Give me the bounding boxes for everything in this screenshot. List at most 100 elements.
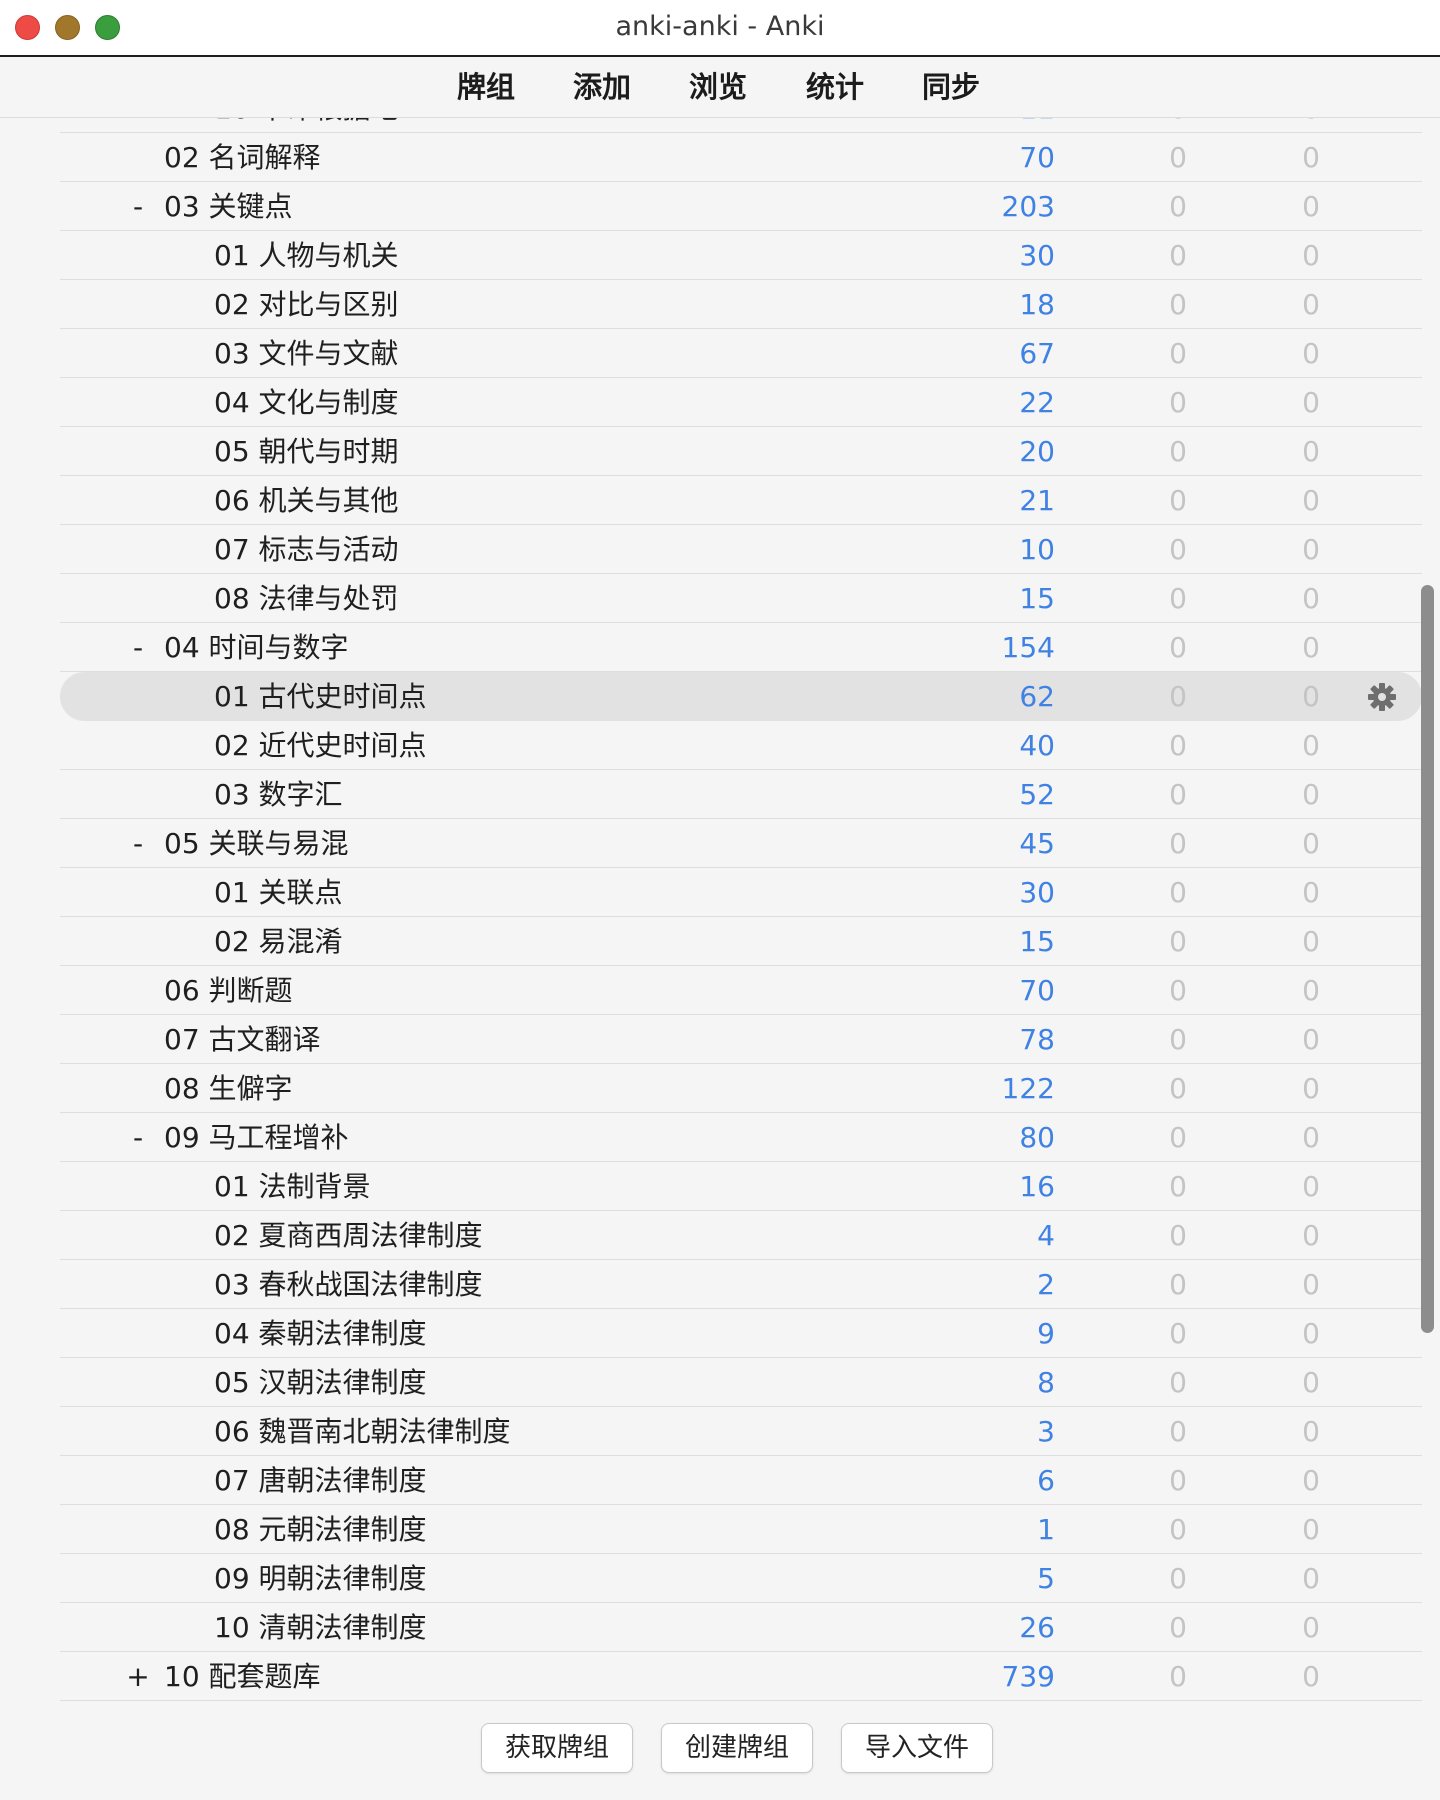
deck-name[interactable]: 02 近代史时间点 — [214, 721, 427, 770]
deck-name[interactable]: 03 春秋战国法律制度 — [214, 1260, 483, 1309]
due-count: 0 — [1302, 386, 1320, 419]
deck-name[interactable]: 04 时间与数字 — [164, 623, 349, 672]
toolbar-decks[interactable]: 牌组 — [457, 57, 515, 117]
deck-row-current[interactable]: 01 古代史时间点 62 0 0 — [60, 672, 1422, 721]
deck-name[interactable]: 04 秦朝法律制度 — [214, 1309, 427, 1358]
deck-name[interactable]: 05 汉朝法律制度 — [214, 1358, 427, 1407]
deck-row[interactable]: 01 法制背景 16 0 0 — [60, 1162, 1422, 1211]
deck-name[interactable]: 02 易混淆 — [214, 917, 343, 966]
deck-name[interactable]: 02 夏商西周法律制度 — [214, 1211, 483, 1260]
due-count: 0 — [1302, 1611, 1320, 1644]
due-count: 0 — [1302, 582, 1320, 615]
deck-name[interactable]: 07 标志与活动 — [214, 525, 399, 574]
deck-row[interactable]: 02 近代史时间点 40 0 0 — [60, 721, 1422, 770]
deck-name[interactable]: 01 关联点 — [214, 868, 343, 917]
deck-row[interactable]: 07 标志与活动 10 0 0 — [60, 525, 1422, 574]
deck-row[interactable]: -03 关键点 203 0 0 — [60, 182, 1422, 231]
deck-name[interactable]: 06 机关与其他 — [214, 476, 399, 525]
deck-name[interactable]: 01 人物与机关 — [214, 231, 399, 280]
scrollbar-thumb[interactable] — [1421, 585, 1434, 1333]
collapse-toggle[interactable]: - — [126, 1113, 150, 1162]
toolbar-browse[interactable]: 浏览 — [689, 57, 747, 117]
deck-name[interactable]: 08 元朝法律制度 — [214, 1505, 427, 1554]
deck-name[interactable]: 07 唐朝法律制度 — [214, 1456, 427, 1505]
deck-name[interactable]: 09 马工程增补 — [164, 1113, 349, 1162]
collapse-toggle[interactable]: - — [126, 819, 150, 868]
deck-name[interactable]: 06 魏晋南北朝法律制度 — [214, 1407, 511, 1456]
due-count: 0 — [1302, 1121, 1320, 1154]
deck-name[interactable]: 05 朝代与时期 — [214, 427, 399, 476]
deck-row[interactable]: 02 易混淆 15 0 0 — [60, 917, 1422, 966]
deck-row[interactable]: 10 革命根据地 11 00 — [60, 118, 1422, 133]
deck-name[interactable]: 01 法制背景 — [214, 1162, 371, 1211]
deck-row[interactable]: 08 法律与处罚 15 0 0 — [60, 574, 1422, 623]
deck-name[interactable]: 09 明朝法律制度 — [214, 1554, 427, 1603]
due-count: 0 — [1302, 1366, 1320, 1399]
deck-name[interactable]: 02 名词解释 — [164, 133, 321, 182]
deck-row[interactable]: 02 对比与区别 18 0 0 — [60, 280, 1422, 329]
deck-name[interactable]: 01 古代史时间点 — [214, 672, 427, 721]
collapse-toggle[interactable]: - — [126, 623, 150, 672]
new-count: 40 — [1019, 729, 1055, 762]
deck-row[interactable]: 06 机关与其他 21 0 0 — [60, 476, 1422, 525]
deck-row[interactable]: 02 名词解释 70 0 0 — [60, 133, 1422, 182]
deck-row[interactable]: -09 马工程增补 80 0 0 — [60, 1113, 1422, 1162]
due-count: 0 — [1302, 1660, 1320, 1693]
create-deck-button[interactable]: 创建牌组 — [661, 1723, 813, 1773]
deck-row[interactable]: 03 文件与文献 67 0 0 — [60, 329, 1422, 378]
deck-name[interactable]: 03 关键点 — [164, 182, 293, 231]
deck-row[interactable]: 07 古文翻译 78 0 0 — [60, 1015, 1422, 1064]
new-count: 70 — [1019, 974, 1055, 1007]
anki-window: anki-anki - Anki 牌组 添加 浏览 统计 同步 10 革命根据地… — [0, 0, 1440, 1800]
deck-name[interactable]: 10 配套题库 — [164, 1652, 321, 1701]
deck-name[interactable]: 10 革命根据地 — [214, 118, 399, 133]
deck-name[interactable]: 05 关联与易混 — [164, 819, 349, 868]
deck-row[interactable]: 09 明朝法律制度 5 0 0 — [60, 1554, 1422, 1603]
deck-row[interactable]: 10 清朝法律制度 26 0 0 — [60, 1603, 1422, 1652]
due-count: 0 — [1302, 1219, 1320, 1252]
new-count: 78 — [1019, 1023, 1055, 1056]
learn-count: 0 — [1169, 386, 1187, 419]
deck-name[interactable]: 10 清朝法律制度 — [214, 1603, 427, 1652]
deck-row[interactable]: 04 秦朝法律制度 9 0 0 — [60, 1309, 1422, 1358]
deck-row[interactable]: 01 人物与机关 30 0 0 — [60, 231, 1422, 280]
deck-row[interactable]: 06 魏晋南北朝法律制度 3 0 0 — [60, 1407, 1422, 1456]
due-count: 0 — [1302, 239, 1320, 272]
due-count: 0 — [1302, 680, 1320, 713]
deck-name[interactable]: 08 生僻字 — [164, 1064, 293, 1113]
toolbar-stats[interactable]: 统计 — [806, 57, 864, 117]
deck-name[interactable]: 06 判断题 — [164, 966, 293, 1015]
learn-count: 0 — [1169, 239, 1187, 272]
import-file-button[interactable]: 导入文件 — [841, 1723, 993, 1773]
deck-row[interactable]: 02 夏商西周法律制度 4 0 0 — [60, 1211, 1422, 1260]
deck-name[interactable]: 04 文化与制度 — [214, 378, 399, 427]
deck-row[interactable]: 05 汉朝法律制度 8 0 0 — [60, 1358, 1422, 1407]
collapse-toggle[interactable]: - — [126, 182, 150, 231]
deck-row[interactable]: 08 元朝法律制度 1 0 0 — [60, 1505, 1422, 1554]
deck-name[interactable]: 03 数字汇 — [214, 770, 343, 819]
get-shared-decks-button[interactable]: 获取牌组 — [481, 1723, 633, 1773]
deck-row[interactable]: +10 配套题库 739 0 0 — [60, 1652, 1422, 1701]
learn-count: 0 — [1169, 1415, 1187, 1448]
deck-row[interactable]: 07 唐朝法律制度 6 0 0 — [60, 1456, 1422, 1505]
due-count: 0 — [1302, 190, 1320, 223]
learn-count: 0 — [1169, 1121, 1187, 1154]
deck-row[interactable]: 01 关联点 30 0 0 — [60, 868, 1422, 917]
new-count: 67 — [1019, 337, 1055, 370]
deck-row[interactable]: 05 朝代与时期 20 0 0 — [60, 427, 1422, 476]
deck-row[interactable]: 06 判断题 70 0 0 — [60, 966, 1422, 1015]
deck-name[interactable]: 08 法律与处罚 — [214, 574, 399, 623]
gear-icon[interactable] — [1366, 681, 1398, 713]
deck-name[interactable]: 02 对比与区别 — [214, 280, 399, 329]
deck-name[interactable]: 03 文件与文献 — [214, 329, 399, 378]
deck-row[interactable]: 03 数字汇 52 0 0 — [60, 770, 1422, 819]
deck-row[interactable]: 08 生僻字 122 0 0 — [60, 1064, 1422, 1113]
toolbar-sync[interactable]: 同步 — [922, 57, 980, 117]
deck-row[interactable]: 03 春秋战国法律制度 2 0 0 — [60, 1260, 1422, 1309]
expand-toggle[interactable]: + — [126, 1652, 150, 1701]
deck-row[interactable]: 04 文化与制度 22 0 0 — [60, 378, 1422, 427]
deck-row[interactable]: -05 关联与易混 45 0 0 — [60, 819, 1422, 868]
toolbar-add[interactable]: 添加 — [573, 57, 631, 117]
deck-row[interactable]: -04 时间与数字 154 0 0 — [60, 623, 1422, 672]
deck-name[interactable]: 07 古文翻译 — [164, 1015, 321, 1064]
